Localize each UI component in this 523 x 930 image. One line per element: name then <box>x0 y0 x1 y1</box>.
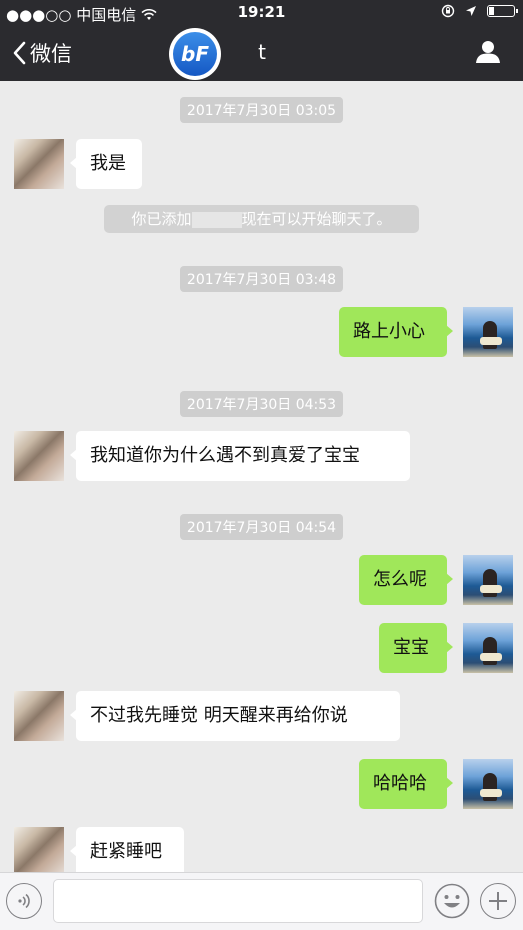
contact-info-button[interactable] <box>475 40 501 68</box>
navbar: 微信 bF t <box>0 26 523 81</box>
orientation-lock-icon <box>441 4 455 18</box>
voice-icon <box>18 893 30 909</box>
system-message: 你已添加 现在可以开始聊天了。 <box>104 205 419 233</box>
message-row: 我知道你为什么遇不到真爱了宝宝 <box>0 431 523 481</box>
message-row: 哈哈哈 <box>0 759 523 809</box>
emoji-icon <box>434 883 470 919</box>
chevron-left-icon <box>13 41 26 65</box>
blurred-name <box>191 211 242 228</box>
message-bubble[interactable]: 我是 <box>76 139 142 189</box>
status-bar: ●●●○○ 中国电信 19:21 <box>0 0 523 26</box>
avatar[interactable] <box>14 827 64 877</box>
message-row: 路上小心 <box>0 307 523 357</box>
chat-title: t <box>258 40 266 64</box>
avatar[interactable] <box>14 691 64 741</box>
back-label: 微信 <box>30 42 72 66</box>
location-icon <box>466 6 476 16</box>
message-bubble[interactable]: 宝宝 <box>379 623 447 673</box>
input-bar <box>0 872 523 930</box>
message-bubble[interactable]: 我知道你为什么遇不到真爱了宝宝 <box>76 431 410 481</box>
emoji-button[interactable] <box>434 883 470 919</box>
message-row: 不过我先睡觉 明天醒来再给你说 <box>0 691 523 741</box>
message-row: 赶紧睡吧 <box>0 827 523 877</box>
message-bubble[interactable]: 路上小心 <box>339 307 447 357</box>
message-bubble[interactable]: 不过我先睡觉 明天醒来再给你说 <box>76 691 400 741</box>
battery-icon <box>487 5 518 17</box>
app-logo: bF <box>169 28 221 80</box>
avatar[interactable] <box>14 431 64 481</box>
voice-button[interactable] <box>6 883 42 919</box>
avatar[interactable] <box>463 759 513 809</box>
message-bubble[interactable]: 哈哈哈 <box>359 759 447 809</box>
timestamp: 2017年7月30日 04:54 <box>0 514 523 540</box>
avatar[interactable] <box>463 623 513 673</box>
person-icon <box>476 41 500 63</box>
logo-text: bF <box>173 32 217 76</box>
message-row: 宝宝 <box>0 623 523 673</box>
message-bubble[interactable]: 怎么呢 <box>359 555 447 605</box>
avatar[interactable] <box>14 139 64 189</box>
back-button[interactable]: 微信 <box>12 38 72 68</box>
message-row: 怎么呢 <box>0 555 523 605</box>
message-bubble[interactable]: 赶紧睡吧 <box>76 827 184 877</box>
status-right <box>441 4 518 18</box>
avatar[interactable] <box>463 307 513 357</box>
plus-button[interactable] <box>480 883 516 919</box>
message-row: 我是 <box>0 139 523 189</box>
timestamp: 2017年7月30日 03:05 <box>0 97 523 123</box>
avatar[interactable] <box>463 555 513 605</box>
timestamp: 2017年7月30日 04:53 <box>0 391 523 417</box>
timestamp: 2017年7月30日 03:48 <box>0 266 523 292</box>
message-input[interactable] <box>53 879 423 923</box>
header: ●●●○○ 中国电信 19:21 微信 bF t <box>0 0 523 81</box>
